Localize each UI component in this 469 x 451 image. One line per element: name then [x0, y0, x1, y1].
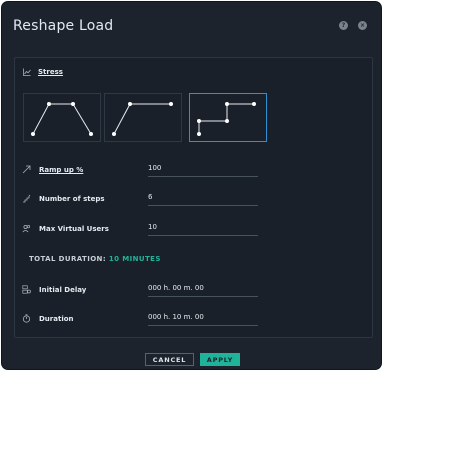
- steps-label: Number of steps: [39, 195, 105, 203]
- steps-input[interactable]: 6: [148, 193, 258, 206]
- reshape-load-dialog: Reshape Load ? × Stress Ramp up % 100 Nu…: [2, 2, 381, 369]
- cancel-button[interactable]: CANCEL: [145, 353, 194, 366]
- initial-delay-input[interactable]: 000 h. 00 m. 00: [148, 284, 258, 297]
- chart-line-icon: [23, 68, 31, 76]
- max-users-input[interactable]: 10: [148, 223, 258, 236]
- help-icon[interactable]: ?: [339, 21, 348, 30]
- hourglass-icon: [22, 285, 31, 294]
- close-icon[interactable]: ×: [358, 21, 367, 30]
- stopwatch-icon: [22, 314, 31, 323]
- profile-card-step-up[interactable]: [189, 93, 267, 142]
- ramp-up-hold-ramp-down-icon: [31, 102, 93, 136]
- step-up-icon: [197, 102, 256, 136]
- duration-label: Duration: [39, 315, 74, 323]
- ramp-up-input[interactable]: 100: [148, 164, 258, 177]
- duration-input[interactable]: 000 h. 10 m. 00: [148, 313, 258, 326]
- max-users-label: Max Virtual Users: [39, 225, 109, 233]
- dialog-title: Reshape Load: [13, 18, 114, 34]
- total-duration-label: TOTAL DURATION:: [29, 255, 107, 263]
- total-duration: TOTAL DURATION: 10 MINUTES: [29, 255, 161, 263]
- profile-card-ramp-up-hold[interactable]: [104, 93, 182, 142]
- profile-card-ramp-up-hold-ramp-down[interactable]: [23, 93, 101, 142]
- initial-delay-label: Initial Delay: [39, 286, 87, 294]
- users-icon: [22, 224, 31, 233]
- steps-icon: [23, 194, 31, 203]
- arrow-up-right-icon: [22, 165, 31, 174]
- total-duration-value: 10 MINUTES: [108, 255, 161, 263]
- apply-button[interactable]: APPLY: [200, 353, 240, 366]
- ramp-up-hold-icon: [112, 102, 173, 136]
- ramp-up-label: Ramp up %: [39, 166, 84, 174]
- stress-panel: Stress Ramp up % 100 Number of steps 6 M…: [14, 57, 373, 338]
- stress-section-title[interactable]: Stress: [38, 68, 63, 76]
